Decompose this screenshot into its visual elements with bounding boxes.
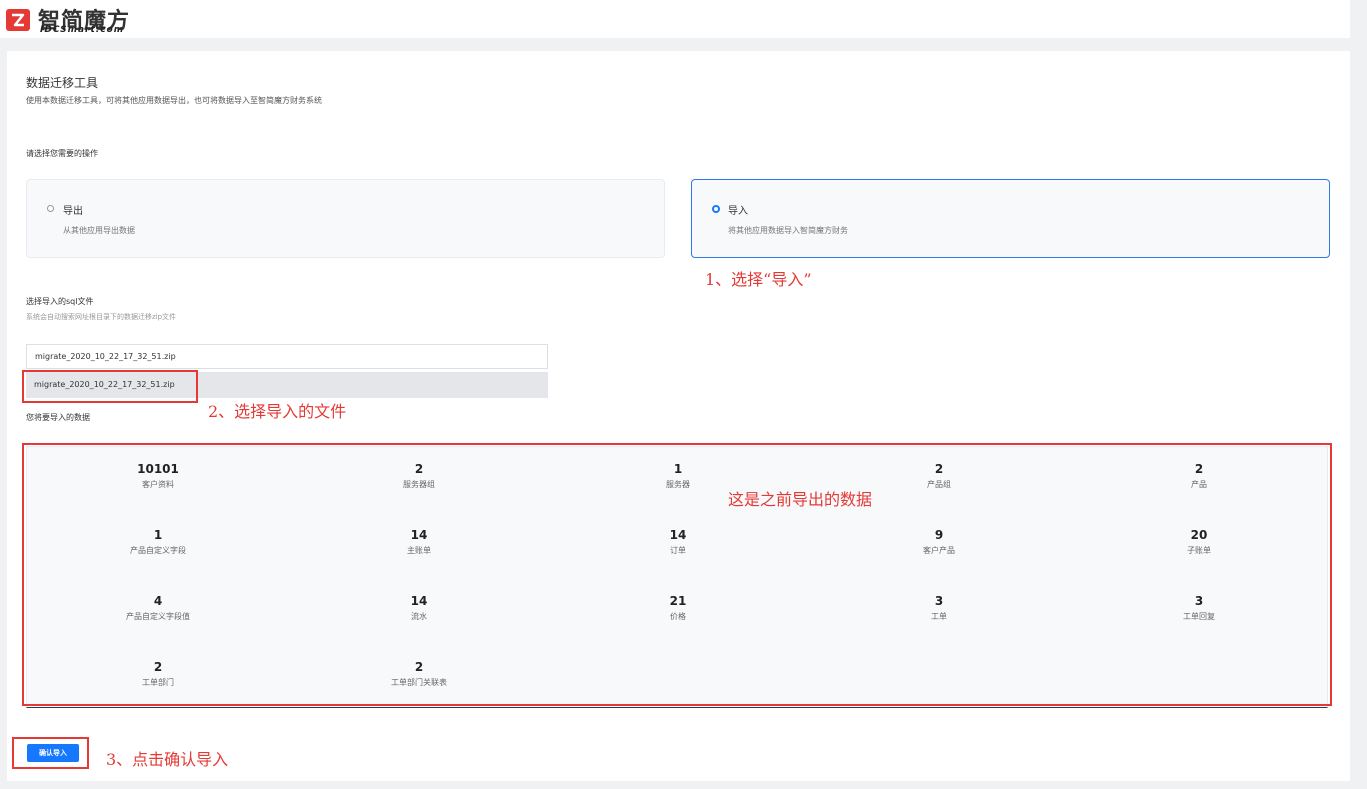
export-radio[interactable] [47,205,54,212]
annotation-box-file [22,370,198,403]
sql-file-select[interactable]: migrate_2020_10_22_17_32_51.zip [26,344,548,369]
annotation-data-note: 这是之前导出的数据 [728,490,873,509]
export-option-card[interactable]: 导出 从其他应用导出数据 [26,179,665,258]
annotation-step1: 1、选择“导入” [705,270,812,289]
sql-file-label: 选择导入的sql文件 [26,297,94,306]
annotation-step3: 3、点击确认导入 [106,750,229,769]
import-data-label: 您将要导入的数据 [26,413,90,422]
import-radio[interactable] [712,205,720,213]
page-description: 使用本数据迁移工具，可将其他应用数据导出，也可将数据导入至智简魔方财务系统 [26,96,322,105]
import-option-card[interactable]: 导入 将其他应用数据导入智简魔方财务 [691,179,1330,258]
top-header: 智简魔方 IDCSmart.com [0,0,1350,38]
import-option-title: 导入 [728,206,748,217]
annotation-box-confirm [12,737,89,769]
logo-subtext: IDCSmart.com [40,25,125,35]
annotation-step2: 2、选择导入的文件 [208,402,347,421]
page-title: 数据迁移工具 [26,76,99,90]
sql-file-hint: 系统会自动搜索网址根目录下的数据迁移zip文件 [26,313,177,321]
export-option-subtitle: 从其他应用导出数据 [63,226,135,235]
select-operation-label: 请选择您需要的操作 [26,149,98,158]
logo-icon [6,9,30,31]
annotation-box-data [22,443,1332,706]
export-option-title: 导出 [63,206,83,217]
import-option-subtitle: 将其他应用数据导入智简魔方财务 [728,226,848,235]
